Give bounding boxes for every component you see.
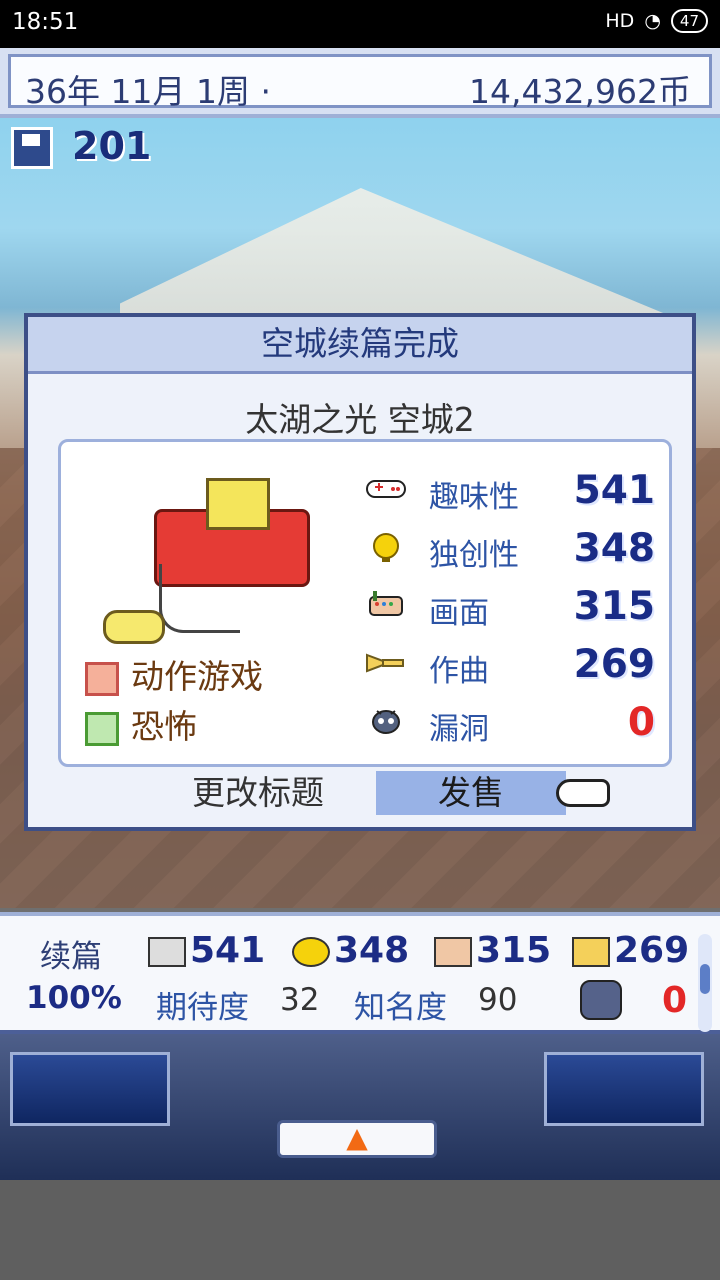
cable-icon	[159, 564, 240, 633]
release-button[interactable]: 发售	[376, 771, 566, 815]
signal-icon: HD	[605, 10, 635, 32]
left-panel-button[interactable]	[10, 1052, 170, 1126]
sound-stat: 269	[572, 930, 689, 971]
stat-value: 348	[573, 526, 655, 571]
completion-dialog: 空城续篇完成 太湖之光 空城2 动作游戏 恐怖 趣味性 541 独创性 348 …	[24, 313, 696, 831]
stat-label: 独创性	[429, 538, 519, 573]
stat-label: 作曲	[429, 654, 489, 689]
game-title: 太湖之光 空城2	[245, 400, 475, 439]
light-bulb-icon	[373, 533, 399, 562]
bottom-controls: ▲	[0, 1034, 720, 1280]
bug-value: 0	[662, 980, 688, 1021]
fun-stat: 541	[148, 930, 265, 971]
battery-icon: 47	[670, 9, 708, 33]
stat-label: 漏洞	[429, 712, 489, 747]
gamepad-icon	[148, 937, 186, 967]
genre-label: 动作游戏	[131, 657, 263, 696]
stat-label: 画面	[429, 596, 489, 631]
expand-up-button[interactable]: ▲	[277, 1120, 437, 1158]
stat-label: 趣味性	[429, 480, 519, 515]
stat-value: 0	[627, 700, 655, 745]
stat-row: 作曲 269	[365, 642, 655, 689]
dialog-title: 空城续篇完成	[28, 317, 692, 374]
action-genre-icon	[85, 661, 119, 696]
horror-genre-icon	[85, 711, 119, 746]
graphics-value: 315	[476, 930, 552, 971]
status-bar: 18:51 HD ◔ 47	[0, 0, 720, 48]
graphics-stat: 315	[434, 930, 551, 971]
stat-row: 画面 315	[365, 584, 655, 631]
fame-value: 90	[478, 982, 518, 1018]
trumpet-icon	[366, 653, 404, 673]
light-bulb-icon	[292, 937, 330, 967]
money-display: 14,432,962币	[469, 72, 691, 111]
expectation-label: 期待度	[156, 990, 249, 1026]
bug-icon	[372, 710, 400, 734]
genre-item: 恐怖	[85, 700, 197, 748]
stat-value: 315	[573, 584, 655, 629]
stat-row: 漏洞 0	[365, 700, 655, 747]
top-bar: 36年 11月 1周 · 14,432,962币	[0, 48, 720, 118]
top-bar-inner: 36年 11月 1周 · 14,432,962币	[8, 54, 712, 111]
stat-value: 269	[573, 642, 655, 687]
paint-palette-icon	[369, 591, 403, 616]
stat-row: 独创性 348	[365, 526, 655, 573]
bug-icon	[580, 980, 622, 1020]
change-title-button[interactable]: 更改标题	[178, 771, 338, 815]
stat-value: 541	[573, 468, 655, 513]
hand-pointer-icon	[556, 779, 610, 807]
expectation-value: 32	[280, 982, 320, 1018]
cartridge-icon	[206, 478, 270, 530]
gamepad-icon	[366, 480, 406, 498]
save-count: 201	[72, 124, 152, 168]
originality-stat: 348	[292, 930, 409, 971]
game-panel: 动作游戏 恐怖 趣味性 541 独创性 348 画面 315 作曲 269 漏洞	[58, 439, 672, 767]
right-panel-button[interactable]	[544, 1052, 704, 1126]
fun-value: 541	[190, 930, 266, 971]
save-icon[interactable]	[11, 127, 53, 169]
status-icons: HD ◔ 47	[605, 9, 708, 33]
game-date: 36年 11月 1周 ·	[25, 72, 271, 111]
bottom-info-panel: 续篇 100% 541 348 315 269 期待度 32 知名度 90 0	[0, 912, 720, 1034]
paint-palette-icon	[434, 937, 472, 967]
trumpet-icon	[572, 937, 610, 967]
genre-label: 恐怖	[131, 707, 197, 746]
originality-value: 348	[334, 930, 410, 971]
sequel-label: 续篇	[40, 939, 102, 975]
status-time: 18:51	[12, 9, 79, 35]
info-scrollbar[interactable]	[698, 934, 712, 1032]
sound-value: 269	[614, 930, 690, 971]
wifi-icon: ◔	[644, 10, 661, 32]
progress-percent: 100%	[26, 980, 122, 1016]
fame-label: 知名度	[354, 990, 447, 1026]
genre-item: 动作游戏	[85, 650, 263, 698]
controller-icon	[103, 610, 165, 644]
stat-row: 趣味性 541	[365, 468, 655, 515]
